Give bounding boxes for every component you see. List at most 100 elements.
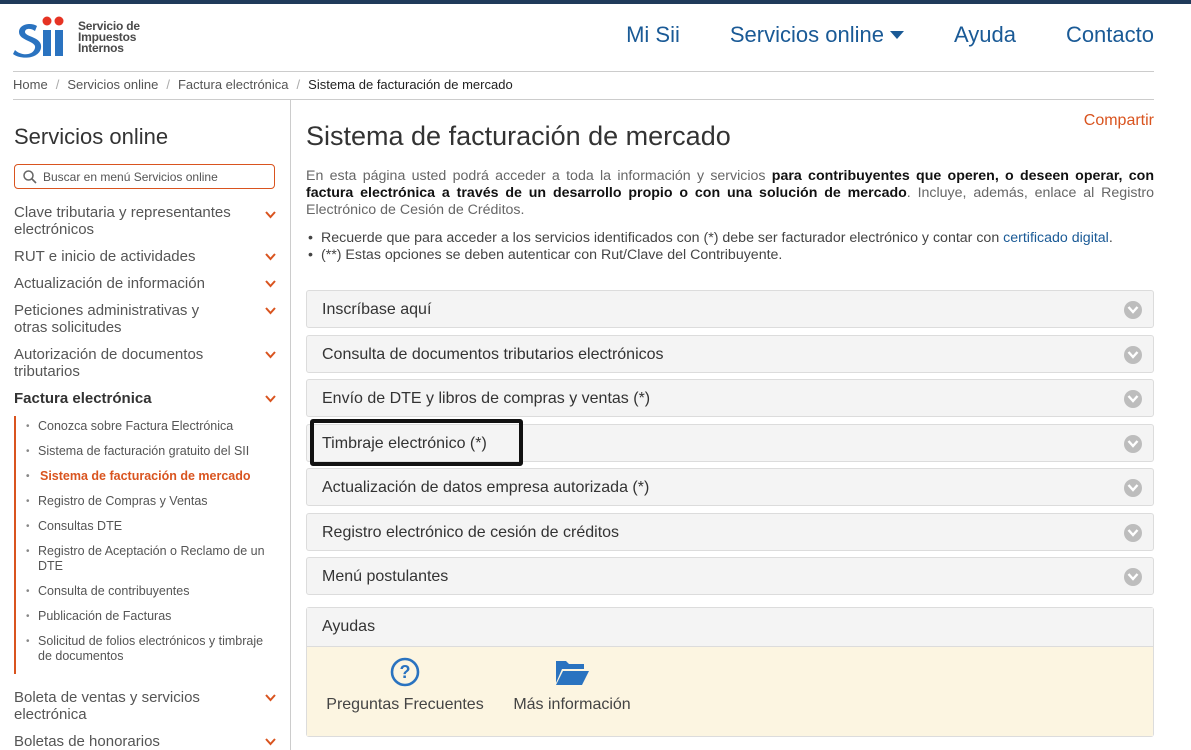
nav-mi-sii[interactable]: Mi Sii: [626, 22, 680, 48]
accordion-label: Envío de DTE y libros de compras y venta…: [322, 390, 651, 407]
note-item: Recuerde que para acceder a los servicio…: [306, 230, 1154, 247]
chevron-down-icon: [265, 211, 276, 219]
sidebar-item-label: Factura electrónica: [14, 390, 152, 407]
breadcrumb-separator: /: [296, 77, 301, 92]
intro-part: En esta página usted podrá acceder a tod…: [306, 168, 772, 184]
accordion-label: Inscríbase aquí: [322, 301, 432, 318]
nav-ayuda[interactable]: Ayuda: [954, 22, 1016, 48]
sii-logo[interactable]: Servicio de Impuestos Internos: [13, 14, 140, 60]
chevron-down-circle-icon: [1124, 479, 1142, 497]
nav-contacto[interactable]: Contacto: [1066, 22, 1154, 48]
note-text: .: [1108, 230, 1113, 246]
breadcrumb-separator: /: [55, 77, 60, 92]
nav-servicios-online[interactable]: Servicios online: [730, 22, 904, 48]
sidebar-item-autorizacion[interactable]: Autorización de documentos tributarios: [14, 346, 276, 380]
chevron-down-icon: [265, 395, 276, 403]
submenu-item[interactable]: Solicitud de folios electrónicos y timbr…: [24, 634, 274, 664]
nav-label: Contacto: [1065, 22, 1154, 47]
accordion-actualizacion-datos[interactable]: Actualización de datos empresa autorizad…: [306, 468, 1154, 506]
page-title: Sistema de facturación de mercado: [306, 121, 731, 151]
divider: [13, 99, 1154, 100]
sidebar-search-input[interactable]: [43, 169, 263, 184]
sidebar-item-label: Boletas de honorarios electrónicas: [14, 733, 160, 750]
accordion-timbraje[interactable]: Timbraje electrónico (*): [306, 424, 1154, 462]
note-text: (**) Estas opciones se deben autenticar …: [321, 247, 783, 263]
chevron-down-circle-icon: [1124, 524, 1142, 542]
sidebar-item-label: Autorización de documentos tributarios: [14, 346, 204, 380]
note-item: (**) Estas opciones se deben autenticar …: [306, 247, 1154, 264]
chevron-down-circle-icon: [1124, 435, 1142, 453]
mas-informacion-link[interactable]: Más información: [512, 657, 632, 714]
sidebar-item-clave-tributaria[interactable]: Clave tributaria y representantes electr…: [14, 204, 276, 238]
accordion-consulta-documentos[interactable]: Consulta de documentos tributarios elect…: [306, 335, 1154, 373]
sii-logo-icon: [13, 16, 64, 58]
ayudas-panel: Ayudas ? Preguntas Frecuentes Más inform…: [306, 607, 1154, 737]
logo-text: Servicio de Impuestos Internos: [78, 20, 140, 55]
submenu-item[interactable]: Publicación de Facturas: [24, 609, 274, 624]
breadcrumb-separator: /: [166, 77, 170, 92]
accordion-label: Consulta de documentos tributarios elect…: [322, 346, 664, 363]
divider: [13, 71, 1154, 72]
sidebar-item-label: Peticiones administrativas y otras solic…: [14, 302, 200, 336]
ayudas-title: Ayudas: [322, 618, 376, 635]
sidebar-title: Servicios online: [14, 124, 169, 149]
chevron-down-icon: [265, 280, 276, 288]
help-label: Preguntas Frecuentes: [326, 696, 484, 713]
folder-open-icon: [556, 661, 589, 685]
chevron-down-circle-icon: [1124, 390, 1142, 408]
chevron-down-circle-icon: [1124, 301, 1142, 319]
accordion-label: Registro electrónico de cesión de crédit…: [322, 524, 620, 541]
sidebar-item-label: Boleta de ventas y servicios electrónica: [14, 689, 200, 723]
sidebar-item-label: Clave tributaria y representantes electr…: [14, 204, 231, 238]
nav-label: Servicios online: [729, 22, 884, 47]
breadcrumb-factura-electronica[interactable]: Factura electrónica: [178, 77, 289, 92]
accordion-registro-cesion[interactable]: Registro electrónico de cesión de crédit…: [306, 513, 1154, 551]
question-circle-icon: ?: [390, 657, 420, 687]
sidebar-item-rut[interactable]: RUT e inicio de actividades: [14, 248, 276, 265]
chevron-down-icon: [265, 351, 276, 359]
submenu-item[interactable]: Consulta de contribuyentes: [24, 584, 274, 599]
accordion-label: Actualización de datos empresa autorizad…: [322, 479, 650, 496]
sidebar-item-boleta-ventas[interactable]: Boleta de ventas y servicios electrónica: [14, 689, 276, 723]
chevron-down-icon: [265, 253, 276, 261]
breadcrumb-current: Sistema de facturación de mercado: [308, 77, 513, 92]
nav-label: Mi Sii: [626, 22, 680, 47]
submenu-item[interactable]: Registro de Compras y Ventas: [24, 494, 274, 509]
notes-list: Recuerde que para acceder a los servicio…: [306, 230, 1154, 264]
share-link[interactable]: Compartir: [1084, 112, 1154, 130]
accordion-label: Menú postulantes: [322, 568, 449, 585]
submenu-item[interactable]: Conozca sobre Factura Electrónica: [24, 419, 274, 434]
preguntas-frecuentes-link[interactable]: ? Preguntas Frecuentes: [325, 657, 485, 714]
note-text: Recuerde que para acceder a los servicio…: [321, 230, 1004, 246]
chevron-down-circle-icon: [1124, 346, 1142, 364]
sidebar-item-actualizacion[interactable]: Actualización de información: [14, 275, 276, 292]
breadcrumb-home[interactable]: Home: [13, 77, 48, 92]
accordion-menu-postulantes[interactable]: Menú postulantes: [306, 557, 1154, 595]
sidebar-item-label: Actualización de información: [14, 275, 205, 292]
logo-line: Internos: [78, 40, 124, 55]
submenu-item[interactable]: Consultas DTE: [24, 519, 274, 534]
sidebar-divider: [290, 100, 291, 750]
submenu-item[interactable]: Registro de Aceptación o Reclamo de un D…: [24, 544, 274, 574]
submenu-item[interactable]: Sistema de facturación gratuito del SII: [24, 444, 274, 459]
sidebar-search[interactable]: [14, 164, 275, 189]
help-label: Más información: [513, 696, 631, 713]
ayudas-body: ? Preguntas Frecuentes Más información: [307, 647, 1153, 736]
submenu-item-current[interactable]: Sistema de facturación de mercado: [24, 469, 274, 484]
intro-text: En esta página usted podrá acceder a tod…: [306, 168, 1154, 219]
breadcrumb-servicios-online[interactable]: Servicios online: [67, 77, 158, 92]
accordion-envio-dte[interactable]: Envío de DTE y libros de compras y venta…: [306, 379, 1154, 417]
accordion-inscribase[interactable]: Inscríbase aquí: [306, 290, 1154, 328]
top-bar: [0, 0, 1191, 4]
chevron-down-icon: [265, 307, 276, 315]
sidebar-item-factura-electronica[interactable]: Factura electrónica: [14, 390, 276, 407]
breadcrumb: Home / Servicios online / Factura electrón…: [13, 77, 513, 92]
certificado-digital-link[interactable]: certificado digital: [1003, 230, 1109, 246]
sidebar-submenu: Conozca sobre Factura Electrónica Sistem…: [14, 416, 276, 674]
sidebar-item-label: RUT e inicio de actividades: [14, 248, 196, 265]
sidebar-item-boletas-honorarios[interactable]: Boletas de honorarios electrónicas: [14, 733, 276, 750]
sidebar-item-peticiones[interactable]: Peticiones administrativas y otras solic…: [14, 302, 276, 336]
ayudas-header: Ayudas: [307, 608, 1153, 647]
caret-down-icon: [889, 31, 904, 39]
accordion-label: Timbraje electrónico (*): [322, 435, 487, 452]
